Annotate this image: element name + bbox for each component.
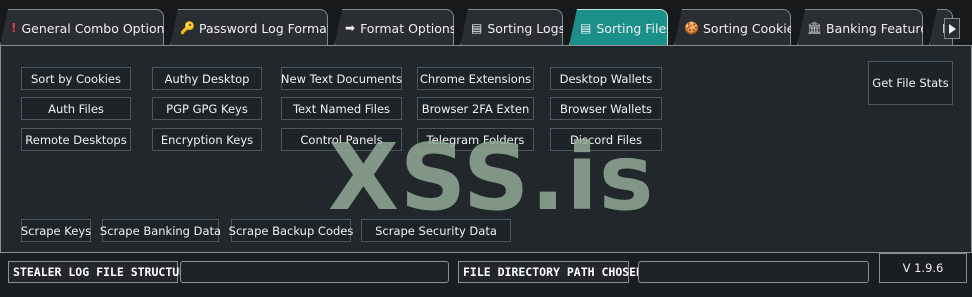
control-panels-button[interactable]: Control Panels bbox=[281, 128, 402, 151]
remote-desktops-button[interactable]: Remote Desktops bbox=[21, 128, 131, 151]
tab-format-options[interactable]: ➡ Format Options bbox=[334, 9, 454, 46]
authy-desktop-button[interactable]: Authy Desktop bbox=[152, 67, 262, 90]
document-icon: ▤ bbox=[580, 21, 592, 35]
tab-sorting-cookies[interactable]: 🍪 Sorting Cookies bbox=[674, 9, 791, 46]
key-icon: 🔑 bbox=[180, 21, 195, 35]
stealer-log-structure-label: STEALER LOG FILE STRUCTURE: bbox=[8, 261, 200, 283]
browser-wallets-button[interactable]: Browser Wallets bbox=[550, 97, 662, 120]
tab-label: Sorting Cookies bbox=[703, 20, 801, 36]
tab-banking-features[interactable]: 🏛 Banking Features bbox=[797, 9, 923, 46]
version-label: V 1.9.6 bbox=[879, 253, 967, 283]
get-file-stats-button[interactable]: Get File Stats bbox=[868, 61, 953, 105]
file-directory-path-label: FILE DIRECTORY PATH CHOSEN bbox=[458, 261, 643, 283]
file-directory-path-field[interactable] bbox=[638, 261, 869, 283]
scrape-backup-codes-button[interactable]: Scrape Backup Codes bbox=[229, 219, 353, 242]
sort-by-cookies-button[interactable]: Sort by Cookies bbox=[21, 67, 131, 90]
encryption-keys-button[interactable]: Encryption Keys bbox=[152, 128, 262, 151]
discord-files-button[interactable]: Discord Files bbox=[550, 128, 662, 151]
scrape-keys-button[interactable]: Scrape Keys bbox=[21, 219, 91, 242]
tab-general-combo-options[interactable]: ! General Combo Options bbox=[0, 9, 164, 46]
status-bar: STEALER LOG FILE STRUCTURE: FILE DIRECTO… bbox=[0, 253, 972, 297]
browser-2fa-exten-button[interactable]: Browser 2FA Exten bbox=[417, 97, 534, 120]
telegram-folders-button[interactable]: Telegram Folders bbox=[417, 128, 534, 151]
tab-list: ! General Combo Options 🔑 Password Log F… bbox=[0, 9, 953, 46]
pgp-gpg-keys-button[interactable]: PGP GPG Keys bbox=[152, 97, 262, 120]
tab-label: Sorting Logs bbox=[487, 20, 566, 36]
stealer-log-structure-field[interactable] bbox=[180, 261, 449, 283]
tab-label: General Combo Options bbox=[21, 20, 172, 36]
chrome-extensions-button[interactable]: Chrome Extensions bbox=[417, 67, 534, 90]
tab-scroll-right-button[interactable] bbox=[944, 18, 960, 39]
tab-sorting-files[interactable]: ▤ Sorting Files bbox=[569, 9, 668, 46]
tab-label: Password Log Formats bbox=[199, 20, 339, 36]
tab-label: Format Options bbox=[360, 20, 457, 36]
scrape-security-data-button[interactable]: Scrape Security Data bbox=[361, 219, 511, 242]
arrow-right-icon: ➡ bbox=[345, 21, 356, 35]
document-icon: ▤ bbox=[471, 21, 483, 35]
bank-icon: 🏛 bbox=[806, 21, 823, 35]
tab-label: Banking Features bbox=[826, 20, 935, 36]
desktop-wallets-button[interactable]: Desktop Wallets bbox=[550, 67, 662, 90]
cookie-icon: 🍪 bbox=[684, 21, 699, 35]
new-text-documents-button[interactable]: New Text Documents bbox=[281, 67, 402, 90]
text-named-files-button[interactable]: Text Named Files bbox=[281, 97, 402, 120]
sorting-files-panel: Sort by Cookies Auth Files Remote Deskto… bbox=[0, 45, 972, 253]
arrow-right-icon bbox=[948, 23, 956, 34]
scrape-banking-data-button[interactable]: Scrape Banking Data bbox=[100, 219, 221, 242]
auth-files-button[interactable]: Auth Files bbox=[21, 97, 131, 120]
tab-sorting-logs[interactable]: ▤ Sorting Logs bbox=[460, 9, 563, 46]
tab-strip: ! General Combo Options 🔑 Password Log F… bbox=[0, 0, 972, 46]
exclamation-icon: ! bbox=[11, 21, 17, 35]
tab-label: Sorting Files bbox=[596, 20, 673, 36]
tab-password-log-formats[interactable]: 🔑 Password Log Formats bbox=[170, 9, 328, 46]
